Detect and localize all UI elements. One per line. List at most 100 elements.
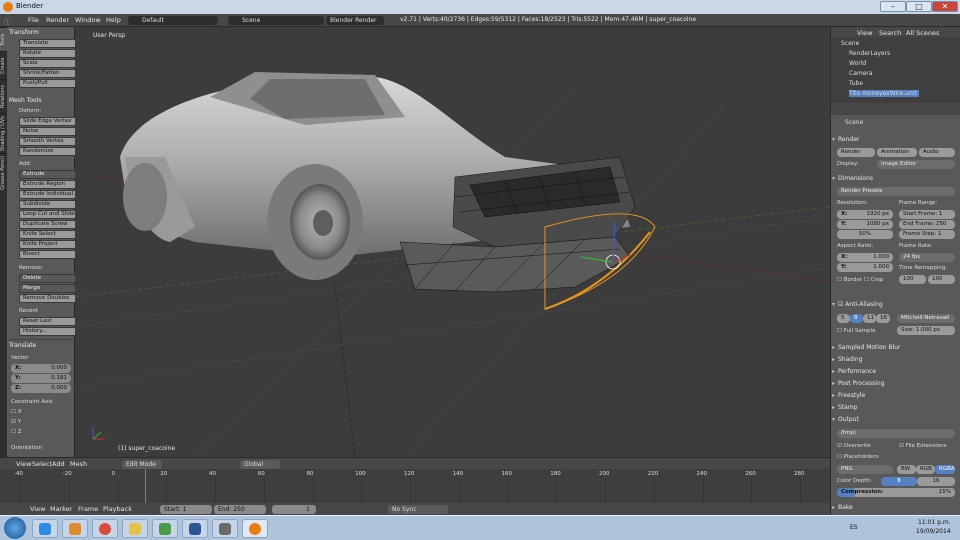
clock-time[interactable]: 11:01 p.m. <box>918 519 951 526</box>
media-player-taskbar-icon[interactable] <box>62 519 88 538</box>
current-frame-cursor[interactable] <box>145 469 146 503</box>
remap-new-field[interactable]: 100 <box>928 275 955 284</box>
tab-relations[interactable]: Relations <box>0 79 7 113</box>
depth-16-button[interactable]: 16 <box>917 477 955 486</box>
subdivide-button[interactable]: Subdivide <box>19 200 77 209</box>
delete-dropdown[interactable]: Delete <box>19 274 77 283</box>
language-indicator[interactable]: ES <box>850 524 858 531</box>
extrude-individual-button[interactable]: Extrude Individual <box>19 190 77 199</box>
aa-samples-16[interactable]: 16 <box>876 314 890 323</box>
layout-selector[interactable]: Default <box>128 16 218 25</box>
outliner-row[interactable]: RenderLayers <box>849 50 890 57</box>
rotate-button[interactable]: Rotate <box>19 49 77 58</box>
merge-dropdown[interactable]: Merge <box>19 284 77 293</box>
output-path-field[interactable]: /tmp\ <box>837 429 955 438</box>
timeline-frame-menu[interactable]: Frame <box>78 505 98 513</box>
menu-help[interactable]: Help <box>106 16 121 24</box>
slide-edge-button[interactable]: Slide Edge Vertex <box>19 117 77 126</box>
maximize-button[interactable]: □ <box>906 1 932 12</box>
randomize-button[interactable]: Randomize <box>19 147 77 156</box>
constraint-z-checkbox[interactable]: ☐ Z <box>11 429 21 435</box>
knife-project-button[interactable]: Knife Project <box>19 240 77 249</box>
extrude-dropdown[interactable]: Extrude <box>19 170 77 179</box>
transform-header[interactable]: Transform <box>9 29 39 36</box>
file-format-selector[interactable]: PNG <box>837 465 893 474</box>
aspect-x-field[interactable]: X: 1.000 <box>837 253 893 262</box>
aa-filter-selector[interactable]: Mitchell-Netravali <box>897 314 955 323</box>
app-taskbar-icon[interactable] <box>152 519 178 538</box>
post-processing-panel-header[interactable]: Post Processing <box>831 379 960 389</box>
translate-operator-header[interactable]: Translate <box>9 339 73 349</box>
audio-button[interactable]: Audio <box>919 148 955 157</box>
close-button[interactable]: ✕ <box>932 1 958 12</box>
aa-size-field[interactable]: Size: 1.000 px <box>897 326 955 335</box>
reset-last-button[interactable]: Reset Last <box>19 317 77 326</box>
resolution-percentage-slider[interactable]: 50% <box>837 230 893 239</box>
ie-taskbar-icon[interactable] <box>32 519 58 538</box>
menu-render[interactable]: Render <box>46 16 69 24</box>
color-rgba-button[interactable]: RGBA <box>935 465 955 474</box>
outliner-row-selected[interactable]: Tito moneyexWire.unit <box>849 90 919 97</box>
freestyle-panel-header[interactable]: Freestyle <box>831 391 960 401</box>
motion-blur-panel-header[interactable]: Sampled Motion Blur <box>831 343 960 353</box>
blender-taskbar-icon[interactable] <box>242 519 268 538</box>
tab-grease-pencil[interactable]: Grease Pencil <box>0 153 7 193</box>
add-menu[interactable]: Add <box>52 460 65 468</box>
scale-button[interactable]: Scale <box>19 59 77 68</box>
placeholders-checkbox[interactable]: ☐ Placeholders <box>837 454 879 460</box>
aa-samples-11[interactable]: 11 <box>863 314 876 323</box>
start-button[interactable] <box>4 517 26 539</box>
full-sample-checkbox[interactable]: ☐ Full Sample <box>837 328 875 334</box>
vector-y-field[interactable]: Y: 0.181 <box>11 374 71 383</box>
mesh-tools-header[interactable]: Mesh Tools <box>9 97 41 104</box>
tab-shading[interactable]: Shading / UVs <box>0 113 7 153</box>
chrome-taskbar-icon[interactable] <box>92 519 118 538</box>
current-frame-field[interactable]: 1 <box>272 505 316 514</box>
orientation-selector[interactable]: Global <box>240 460 280 469</box>
tab-create[interactable]: Create <box>0 51 7 79</box>
display-selector[interactable]: Image Editor <box>877 160 955 169</box>
end-frame-field[interactable]: End: 250 <box>214 505 266 514</box>
resolution-x-field[interactable]: X: 1920 px <box>837 210 893 219</box>
bake-panel-header[interactable]: Bake <box>831 503 960 513</box>
tab-tools[interactable]: Tools <box>0 27 7 51</box>
view-menu[interactable]: View <box>16 460 31 468</box>
outliner-row[interactable]: Tube <box>849 80 863 87</box>
mesh-menu[interactable]: Mesh <box>70 460 87 468</box>
minimize-button[interactable]: – <box>880 1 906 12</box>
vector-x-field[interactable]: X: 0.000 <box>11 364 71 373</box>
constraint-y-checkbox[interactable]: ☑ Y <box>11 419 21 425</box>
timeline-editor[interactable]: -40 -20 0 20 40 60 80 100 120 140 160 180 200 220 240 2… <box>0 469 830 503</box>
duplicate-screw-button[interactable]: Duplicate Screw <box>19 220 77 229</box>
color-bw-button[interactable]: BW <box>897 465 916 474</box>
anti-aliasing-panel-header[interactable]: ☑ Anti-Aliasing <box>831 300 960 310</box>
translate-button[interactable]: Translate <box>19 39 77 48</box>
menu-window[interactable]: Window <box>75 16 101 24</box>
start-frame-field[interactable]: Start: 1 <box>160 505 212 514</box>
overwrite-checkbox[interactable]: ☑ Overwrite <box>837 443 871 449</box>
push-pull-button[interactable]: Push/Pull <box>19 79 77 88</box>
bisect-button[interactable]: Bisect <box>19 250 77 259</box>
start-frame-field[interactable]: Start Frame: 1 <box>899 210 955 219</box>
vector-z-field[interactable]: Z: 0.000 <box>11 384 71 393</box>
loop-cut-button[interactable]: Loop Cut and Slide <box>19 210 77 219</box>
extrude-region-button[interactable]: Extrude Region <box>19 180 77 189</box>
mode-selector[interactable]: Edit Mode <box>122 460 162 469</box>
stamp-panel-header[interactable]: Stamp <box>831 403 960 413</box>
outliner-filter[interactable]: All Scenes <box>906 29 939 37</box>
editor-type-icon[interactable]: ⓘ <box>4 16 11 26</box>
aspect-y-field[interactable]: Y: 1.000 <box>837 263 893 272</box>
render-panel-header[interactable]: Render <box>831 135 960 145</box>
select-menu[interactable]: Select <box>32 460 52 468</box>
render-presets-selector[interactable]: Render Presets <box>837 187 955 196</box>
depth-8-button[interactable]: 8 <box>881 477 917 486</box>
outliner-row[interactable]: Camera <box>849 70 873 77</box>
render-engine-selector[interactable]: Blender Render <box>326 16 384 25</box>
remove-doubles-button[interactable]: Remove Doubles <box>19 294 77 303</box>
animation-button[interactable]: Animation <box>877 148 917 157</box>
aa-samples-5[interactable]: 5 <box>837 314 850 323</box>
file-extensions-checkbox[interactable]: ☑ File Extensions <box>899 443 947 449</box>
knife-select-button[interactable]: Knife Select <box>19 230 77 239</box>
timeline-marker-menu[interactable]: Marker <box>50 505 72 513</box>
word-taskbar-icon[interactable] <box>182 519 208 538</box>
